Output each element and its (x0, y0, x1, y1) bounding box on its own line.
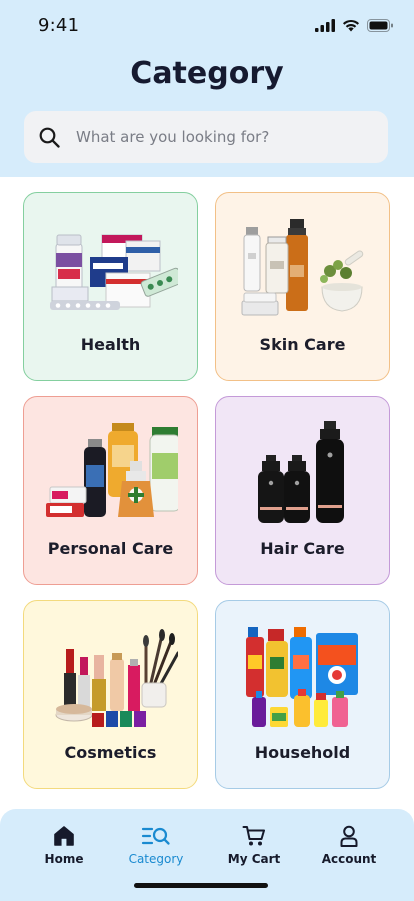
category-label: Hair Care (260, 539, 345, 558)
category-label: Health (80, 335, 141, 354)
category-card-skin-care[interactable]: Skin Care (215, 192, 390, 381)
header: 9:41 Category (0, 0, 414, 177)
battery-icon (367, 19, 393, 32)
tab-label: My Cart (227, 852, 281, 866)
cosmetics-products-image (55, 629, 178, 727)
personal-care-products-image (46, 423, 178, 517)
skin-care-products-image (241, 219, 364, 316)
category-label: Cosmetics (64, 743, 157, 762)
wifi-icon (343, 19, 359, 32)
tab-label: Home (44, 852, 84, 866)
search-icon[interactable] (39, 127, 60, 148)
hair-care-products-image (258, 421, 344, 523)
tab-account[interactable]: Account (303, 825, 395, 866)
account-icon (340, 825, 358, 847)
status-bar: 9:41 (0, 0, 414, 54)
tab-label: Category (128, 852, 184, 866)
category-grid: Health Skin Care Personal Care Hair Care… (23, 192, 390, 789)
household-products-image (246, 627, 358, 727)
category-label: Household (254, 743, 351, 762)
category-card-household[interactable]: Household (215, 600, 390, 789)
tab-category[interactable]: Category (110, 825, 202, 866)
signal-icon (315, 19, 335, 32)
page-title: Category (130, 56, 284, 91)
search-input[interactable] (76, 128, 366, 146)
category-label: Personal Care (47, 539, 174, 558)
tab-label: Account (321, 852, 377, 866)
category-card-health[interactable]: Health (23, 192, 198, 381)
category-label: Skin Care (259, 335, 346, 354)
cart-icon (242, 826, 265, 846)
tab-my-cart[interactable]: My Cart (208, 825, 300, 866)
search-bar[interactable] (24, 111, 388, 163)
status-time: 9:41 (38, 15, 80, 36)
home-icon (54, 826, 74, 846)
bottom-tab-bar: Home Category My Cart Account (0, 809, 414, 901)
category-card-personal-care[interactable]: Personal Care (23, 396, 198, 585)
category-card-hair-care[interactable]: Hair Care (215, 396, 390, 585)
category-icon (141, 827, 170, 845)
health-products-image (50, 234, 178, 310)
status-icons (315, 19, 394, 32)
home-indicator (134, 883, 268, 888)
category-card-cosmetics[interactable]: Cosmetics (23, 600, 198, 789)
tab-home[interactable]: Home (18, 825, 110, 866)
